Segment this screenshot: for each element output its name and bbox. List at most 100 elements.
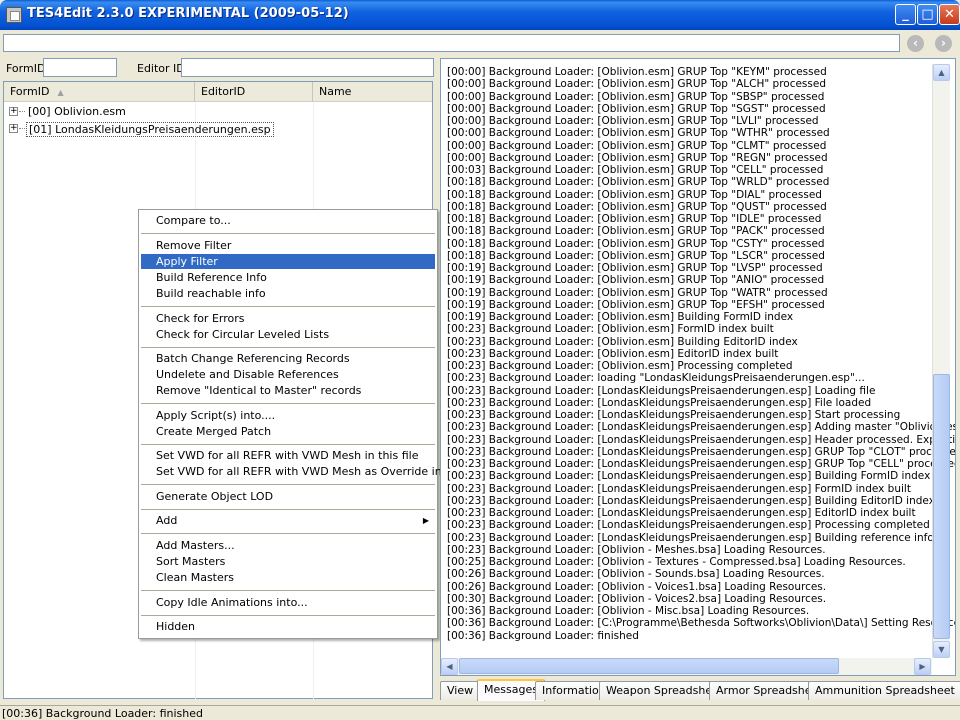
- log-line: [00:19] Background Loader: [Oblivion.esm…: [447, 298, 825, 311]
- menu-separator: [141, 403, 435, 404]
- log-line: [00:00] Background Loader: [Oblivion.esm…: [447, 102, 826, 115]
- menu-item-set-vwd-as-override[interactable]: Set VWD for all REFR with VWD Mesh as Ov…: [141, 464, 467, 479]
- expand-icon[interactable]: +: [9, 124, 18, 133]
- sort-ascending-icon: ▲: [57, 88, 64, 97]
- menu-item-copy-idle-animations[interactable]: Copy Idle Animations into...: [141, 595, 435, 610]
- column-header-formid[interactable]: FormID ▲: [4, 82, 195, 102]
- scroll-down-icon[interactable]: ▼: [933, 641, 950, 658]
- log-line: [00:19] Background Loader: [Oblivion.esm…: [447, 262, 823, 274]
- forward-icon[interactable]: ›: [935, 35, 952, 52]
- scroll-up-icon[interactable]: ▲: [933, 64, 950, 81]
- log-line: [00:18] Background Loader: [Oblivion.esm…: [447, 213, 822, 225]
- menu-item-add-masters[interactable]: Add Masters...: [141, 538, 435, 553]
- menu-item-check-circular-leveled-lists[interactable]: Check for Circular Leveled Lists: [141, 327, 435, 342]
- messages-log[interactable]: [00:00] Background Loader: [Oblivion.esm…: [440, 58, 956, 676]
- editorid-filter-label: Editor ID: [137, 62, 185, 75]
- menu-item-label: Add: [156, 514, 178, 527]
- log-line: [00:00] Background Loader: [Oblivion.esm…: [447, 78, 826, 91]
- log-line: [00:00] Background Loader: [Oblivion.esm…: [447, 127, 830, 140]
- log-line: [00:23] Background Loader: [LondasKleidu…: [447, 433, 956, 446]
- menu-item-add[interactable]: Add ▶: [141, 513, 435, 528]
- log-line: [00:23] Background Loader: [Oblivion.esm…: [447, 335, 798, 348]
- menu-item-batch-change-referencing-records[interactable]: Batch Change Referencing Records: [141, 351, 435, 366]
- log-horizontal-scrollbar[interactable]: ◀ ▶: [441, 658, 932, 675]
- menu-separator: [141, 306, 435, 307]
- tab-ammunition-spreadsheet[interactable]: Ammunition Spreadsheet: [808, 681, 960, 700]
- log-line: [00:23] Background Loader: [Oblivion.esm…: [447, 347, 779, 360]
- menu-separator: [141, 509, 435, 510]
- app-icon: [6, 7, 22, 23]
- tree-node-label[interactable]: [00] Oblivion.esm: [26, 105, 128, 118]
- tree-connector: [19, 128, 25, 129]
- menu-item-remove-identical-to-master[interactable]: Remove "Identical to Master" records: [141, 383, 435, 398]
- log-line: [00:23] Background Loader: [LondasKleidu…: [447, 445, 956, 458]
- log-line: [00:03] Background Loader: [Oblivion.esm…: [447, 164, 824, 176]
- path-input[interactable]: [3, 34, 900, 52]
- log-line: [00:23] Background Loader: [LondasKleidu…: [447, 494, 935, 507]
- expand-icon[interactable]: +: [9, 107, 18, 116]
- window-title: TES4Edit 2.3.0 EXPERIMENTAL (2009-05-12): [27, 6, 349, 21]
- log-line: [00:00] Background Loader: [Oblivion.esm…: [447, 139, 827, 152]
- tree-node-label[interactable]: [01] LondasKleidungsPreisaenderungen.esp: [26, 122, 274, 137]
- log-line: [00:23] Background Loader: [LondasKleidu…: [447, 470, 931, 483]
- scrollbar-thumb[interactable]: [459, 658, 839, 674]
- menu-separator: [141, 590, 435, 591]
- title-bar: TES4Edit 2.3.0 EXPERIMENTAL (2009-05-12)…: [0, 0, 960, 30]
- log-line: [00:00] Background Loader: [Oblivion.esm…: [447, 151, 828, 164]
- log-line: [00:23] Background Loader: [Oblivion - M…: [447, 543, 826, 556]
- close-button[interactable]: ✕: [939, 4, 960, 25]
- log-line: [00:00] Background Loader: [Oblivion.esm…: [447, 66, 827, 78]
- scrollbar-thumb[interactable]: [933, 374, 950, 639]
- menu-item-build-reference-info[interactable]: Build Reference Info: [141, 270, 435, 285]
- menu-separator: [141, 233, 435, 234]
- log-line: [00:18] Background Loader: [Oblivion.esm…: [447, 249, 825, 262]
- menu-item-compare-to[interactable]: Compare to...: [141, 213, 435, 228]
- log-line: [00:18] Background Loader: [Oblivion.esm…: [447, 176, 830, 189]
- menu-item-apply-scripts-into[interactable]: Apply Script(s) into....: [141, 408, 435, 423]
- top-toolbar: ‹ ›: [0, 30, 960, 56]
- log-vertical-scrollbar[interactable]: ▲ ▼: [932, 64, 950, 658]
- tab-view[interactable]: View: [440, 681, 481, 700]
- menu-item-set-vwd-in-this-file[interactable]: Set VWD for all REFR with VWD Mesh in th…: [141, 448, 435, 463]
- minimize-button[interactable]: _: [895, 4, 916, 25]
- menu-item-sort-masters[interactable]: Sort Masters: [141, 554, 435, 569]
- menu-separator: [141, 533, 435, 534]
- menu-item-check-for-errors[interactable]: Check for Errors: [141, 311, 435, 326]
- log-line: [00:23] Background Loader: [LondasKleidu…: [447, 396, 872, 409]
- formid-filter-label: FormID: [6, 62, 46, 75]
- log-line: [00:18] Background Loader: [Oblivion.esm…: [447, 225, 825, 238]
- menu-item-undelete-disable-references[interactable]: Undelete and Disable References: [141, 367, 435, 382]
- formid-filter-input[interactable]: [43, 58, 117, 77]
- log-line: [00:18] Background Loader: [Oblivion.esm…: [447, 237, 825, 250]
- menu-item-apply-filter[interactable]: Apply Filter: [141, 254, 435, 269]
- tree-header: FormID ▲ EditorID Name: [4, 82, 432, 102]
- menu-separator: [141, 484, 435, 485]
- log-line: [00:00] Background Loader: [Oblivion.esm…: [447, 115, 819, 127]
- log-line: [00:23] Background Loader: loading "Lond…: [447, 372, 865, 385]
- log-line: [00:00] Background Loader: [Oblivion.esm…: [447, 90, 825, 103]
- log-line: [00:19] Background Loader: [Oblivion.esm…: [447, 286, 828, 299]
- column-header-name[interactable]: Name: [313, 82, 432, 102]
- column-header-editorid[interactable]: EditorID: [195, 82, 313, 102]
- menu-item-build-reachable-info[interactable]: Build reachable info: [141, 286, 435, 301]
- log-line: [00:26] Background Loader: [Oblivion - S…: [447, 568, 825, 581]
- context-menu: Compare to... Remove Filter Apply Filter…: [138, 209, 467, 639]
- log-line: [00:36] Background Loader: [Oblivion - M…: [447, 605, 810, 617]
- log-line: [00:23] Background Loader: [LondasKleidu…: [447, 482, 911, 495]
- menu-item-hidden[interactable]: Hidden: [141, 619, 435, 634]
- submenu-arrow-icon: ▶: [422, 516, 429, 525]
- scroll-left-icon[interactable]: ◀: [441, 658, 458, 675]
- maximize-button[interactable]: □: [917, 4, 938, 25]
- log-line: [00:23] Background Loader: [LondasKleidu…: [447, 421, 956, 434]
- menu-item-create-merged-patch[interactable]: Create Merged Patch: [141, 424, 435, 439]
- menu-separator: [141, 615, 435, 616]
- editorid-filter-input[interactable]: [181, 58, 434, 77]
- menu-item-remove-filter[interactable]: Remove Filter: [141, 238, 435, 253]
- log-line: [00:23] Background Loader: [LondasKleidu…: [447, 519, 930, 532]
- menu-item-clean-masters[interactable]: Clean Masters: [141, 570, 435, 585]
- back-icon[interactable]: ‹: [907, 35, 924, 52]
- log-line: [00:23] Background Loader: [LondasKleidu…: [447, 507, 916, 519]
- column-header-label: FormID: [10, 85, 50, 98]
- scroll-right-icon[interactable]: ▶: [914, 658, 931, 675]
- menu-item-generate-object-lod[interactable]: Generate Object LOD: [141, 489, 435, 504]
